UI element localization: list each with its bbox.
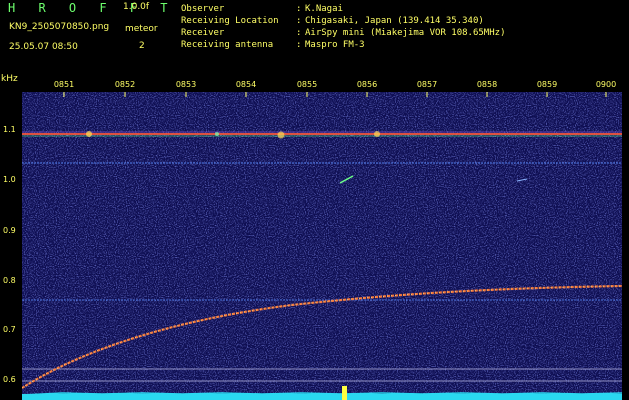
x-tick-label: 0856 (356, 80, 378, 89)
observer-label: Observer (181, 4, 225, 14)
y-tick-label: 0.7 (3, 325, 16, 334)
y-tick-label: 0.8 (3, 276, 16, 285)
x-tick-label: 0854 (235, 80, 257, 89)
y-tick-label: 0.9 (3, 226, 16, 235)
date-time: 25.05.07 08:50 (9, 42, 78, 52)
x-tick-label: 0900 (595, 80, 617, 89)
y-tick-label: 0.6 (3, 375, 16, 384)
y-tick-label: 1.1 (3, 125, 16, 134)
meteor-label: meteor (125, 24, 158, 34)
x-tick-label: 0852 (114, 80, 136, 89)
app-version: 1.0.0f (123, 2, 150, 12)
receiver-value: AirSpy mini (Miakejima VOR 108.65MHz) (305, 28, 506, 38)
meteor-count: 2 (139, 41, 145, 51)
background-noise (22, 92, 622, 400)
x-tick-label: 0851 (53, 80, 75, 89)
app-title: H R O F F T (8, 1, 176, 15)
x-tick-label: 0857 (416, 80, 438, 89)
file-name: KN9_2505070850.png (9, 22, 110, 32)
y-axis-unit: kHz (1, 74, 18, 84)
power-trace (22, 394, 622, 400)
x-tick-label: 0858 (476, 80, 498, 89)
observer-value: K.Nagai (305, 4, 343, 14)
y-tick-label: 1.0 (3, 175, 16, 184)
info-colon: : (296, 40, 302, 50)
x-tick-label: 0855 (296, 80, 318, 89)
x-tick-label: 0859 (536, 80, 558, 89)
info-colon: : (296, 28, 302, 38)
info-colon: : (296, 4, 302, 14)
spectrogram-window: H R O F F T 1.0.0f KN9_2505070850.png me… (0, 0, 629, 400)
antenna-label: Receiving antenna (181, 40, 274, 50)
info-colon: : (296, 16, 302, 26)
antenna-value: Maspro FM-3 (305, 40, 365, 50)
spectrogram-plot (22, 92, 622, 400)
spectrogram-svg (22, 92, 622, 400)
receiver-label: Receiver (181, 28, 225, 38)
location-value: Chigasaki, Japan (139.414 35.340) (305, 16, 484, 26)
x-tick-label: 0853 (175, 80, 197, 89)
location-label: Receiving Location (181, 16, 279, 26)
detection-marker (342, 386, 347, 400)
